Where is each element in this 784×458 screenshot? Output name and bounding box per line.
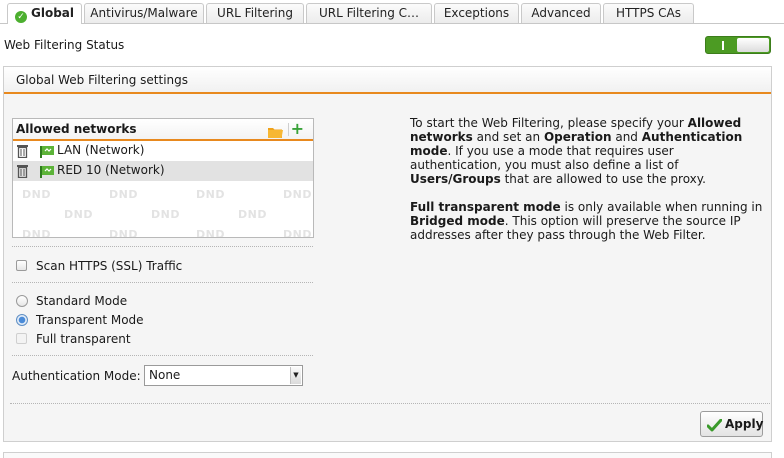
authentication-mode-select[interactable]: None ▼ xyxy=(144,365,303,386)
full-transparent-label: Full transparent xyxy=(36,332,131,346)
transparent-mode-label: Transparent Mode xyxy=(36,313,144,327)
full-transparent-option[interactable]: Full transparent xyxy=(16,332,131,346)
network-label: RED 10 (Network) xyxy=(57,163,165,177)
tab-label: HTTPS CAs xyxy=(616,6,681,20)
scan-https-checkbox[interactable] xyxy=(16,260,27,271)
web-filtering-status-label: Web Filtering Status xyxy=(4,38,125,52)
header-divider xyxy=(288,123,289,136)
list-item[interactable]: RED 10 (Network) xyxy=(13,161,313,181)
web-filtering-toggle[interactable] xyxy=(705,36,771,54)
apply-button[interactable]: Apply xyxy=(700,411,763,437)
toggle-knob xyxy=(737,38,769,52)
help-paragraph: Full transparent mode is only available … xyxy=(410,200,763,242)
add-icon[interactable]: + xyxy=(291,120,304,138)
global-settings-panel: Global Web Filtering settings Allowed ne… xyxy=(3,66,772,442)
dnd-watermark: DND xyxy=(22,188,51,201)
authentication-mode-value: None xyxy=(149,368,181,382)
scan-https-label: Scan HTTPS (SSL) Traffic xyxy=(36,259,183,273)
standard-mode-option[interactable]: Standard Mode xyxy=(16,294,127,308)
check-icon xyxy=(706,417,723,441)
chevron-down-icon: ▼ xyxy=(290,367,301,384)
tab-label: URL Filtering xyxy=(217,6,293,20)
panel-title: Global Web Filtering settings xyxy=(4,67,771,94)
standard-mode-radio[interactable] xyxy=(16,295,28,307)
allowed-networks-header: Allowed networks + xyxy=(13,119,313,141)
dnd-watermark: DND xyxy=(196,188,225,201)
tab-https-cas[interactable]: HTTPS CAs xyxy=(603,3,694,23)
tab-label: Exceptions xyxy=(443,6,510,20)
help-text: To start the Web Filtering, please speci… xyxy=(410,116,766,256)
tab-url-filtering-categories[interactable]: URL Filtering C… xyxy=(306,3,432,23)
dnd-watermark: DND xyxy=(151,208,180,221)
allowed-networks-title: Allowed networks xyxy=(16,122,137,136)
dnd-watermark: DND xyxy=(64,208,93,221)
check-circle-icon: ✓ xyxy=(14,11,27,23)
full-transparent-checkbox[interactable] xyxy=(16,333,27,344)
toggle-on-indicator xyxy=(722,41,724,50)
network-label: LAN (Network) xyxy=(57,143,145,157)
dnd-watermark: DND xyxy=(283,228,312,238)
apply-label: Apply xyxy=(725,417,764,431)
next-panel-edge xyxy=(3,452,772,458)
tab-exceptions[interactable]: Exceptions xyxy=(434,3,519,23)
drop-zone[interactable]: DND DND DND DND DND DND DND DND DND DND … xyxy=(13,181,313,237)
list-item[interactable]: LAN (Network) xyxy=(13,141,313,161)
standard-mode-label: Standard Mode xyxy=(36,294,128,308)
divider xyxy=(12,246,313,247)
tab-label: URL Filtering C… xyxy=(318,6,420,20)
dnd-watermark: DND xyxy=(238,208,267,221)
transparent-mode-radio[interactable] xyxy=(16,314,28,326)
divider xyxy=(12,282,313,283)
divider xyxy=(12,355,313,356)
tab-global[interactable]: ✓ Global xyxy=(7,3,82,24)
help-paragraph: To start the Web Filtering, please speci… xyxy=(410,116,743,186)
dnd-watermark: DND xyxy=(22,228,51,238)
dnd-watermark: DND xyxy=(109,188,138,201)
tab-antivirus-malware[interactable]: Antivirus/Malware xyxy=(84,3,204,23)
allowed-networks-box: Allowed networks + LAN (Network) RED 10 xyxy=(12,118,314,238)
transparent-mode-option[interactable]: Transparent Mode xyxy=(16,313,144,327)
scan-https-option[interactable]: Scan HTTPS (SSL) Traffic xyxy=(16,259,182,273)
tab-label: Global xyxy=(30,6,74,20)
tab-advanced[interactable]: Advanced xyxy=(521,3,601,23)
tab-label: Antivirus/Malware xyxy=(90,6,198,20)
tab-bar: ✓ Global Antivirus/Malware URL Filtering … xyxy=(0,0,784,24)
divider xyxy=(10,403,770,404)
tab-label: Advanced xyxy=(531,6,591,20)
dnd-watermark: DND xyxy=(109,228,138,238)
dnd-watermark: DND xyxy=(196,228,225,238)
authentication-mode-label: Authentication Mode: xyxy=(12,369,141,383)
tab-url-filtering[interactable]: URL Filtering xyxy=(206,3,304,23)
dnd-watermark: DND xyxy=(283,188,312,201)
